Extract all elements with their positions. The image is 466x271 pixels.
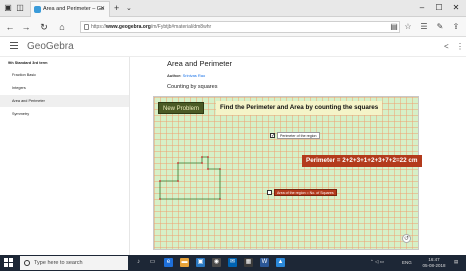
url-domain: www.geogebra.org xyxy=(106,24,151,30)
camera-icon[interactable]: ◉ xyxy=(212,258,221,267)
tray-icons[interactable]: ⌃ ◁ ▭ xyxy=(370,259,384,265)
tab-preview-icon[interactable]: ◫ xyxy=(16,4,24,12)
edge-browser-icon[interactable]: e xyxy=(164,258,173,267)
forward-icon[interactable]: → xyxy=(20,21,32,33)
tab-actions-icon[interactable]: ▣ xyxy=(4,4,12,12)
author-prefix: Author: xyxy=(167,73,182,78)
sidebar-item-area-and-perimeter[interactable]: Area and Perimeter xyxy=(0,95,129,107)
language-indicator[interactable]: ENG xyxy=(402,260,412,266)
geogebra-favicon-icon xyxy=(34,6,41,13)
author-link[interactable]: Srinivas Rao xyxy=(183,73,206,78)
store-icon[interactable]: ▣ xyxy=(196,258,205,267)
share-icon[interactable]: ⇪ xyxy=(450,21,462,33)
area-checkbox[interactable] xyxy=(267,190,272,195)
url-field[interactable]: https://www.geogebra.org/m/Fybtjb#materi… xyxy=(80,21,400,33)
refresh-icon[interactable]: ↻ xyxy=(38,21,50,33)
minimize-icon[interactable]: – xyxy=(416,3,428,13)
menu-hamburger-icon[interactable] xyxy=(10,42,18,50)
mail-icon[interactable]: ✉ xyxy=(228,258,237,267)
reading-view-icon[interactable]: ▤ xyxy=(388,21,400,33)
clock[interactable]: 16:47 05-08-2018 xyxy=(418,257,450,269)
photos-icon[interactable]: ▲ xyxy=(276,258,285,267)
geogebra-logo[interactable]: GeoGebra xyxy=(27,40,74,54)
windows-start-icon[interactable] xyxy=(4,258,14,268)
lock-icon xyxy=(84,24,89,30)
sidebar-item-fraction-basic[interactable]: Fraction Basic xyxy=(0,69,129,81)
address-toolbar: ← → ↻ ⌂ https://www.geogebra.org/m/Fybtj… xyxy=(0,17,466,37)
tab-close-icon[interactable]: ✕ xyxy=(100,2,105,17)
url-prefix: https:// xyxy=(91,24,107,30)
area-checkbox-label: Area of the region = No. of Squares xyxy=(274,189,337,196)
word-icon[interactable]: W xyxy=(260,258,269,267)
perimeter-checkbox-label: Perimeter of the region xyxy=(277,132,320,139)
cortana-search-icon xyxy=(24,260,30,266)
sidebar-heading: 9th Standard 3rd term xyxy=(8,61,48,65)
shape-outline xyxy=(159,156,221,200)
perimeter-result: Perimeter = 2+2+3+1+2+3+7+2=22 cm xyxy=(302,155,422,167)
activity-subtitle: Counting by squares xyxy=(167,84,218,90)
more-options-icon[interactable]: ⋮ xyxy=(456,41,464,53)
browser-titlebar: ▣ ◫ Area and Perimeter – Ge ✕ + ⌄ – ☐ ✕ xyxy=(0,0,466,17)
maximize-icon[interactable]: ☐ xyxy=(433,3,445,13)
microphone-icon[interactable]: ♪ xyxy=(134,258,143,267)
sidebar-item-integers[interactable]: Integers xyxy=(0,82,129,94)
sidebar-item-symmetry[interactable]: Symmetry xyxy=(0,108,129,120)
geogebra-applet[interactable]: New Problem Find the Perimeter and Area … xyxy=(153,96,422,250)
perimeter-checkbox[interactable]: ✓ xyxy=(270,133,275,139)
reset-icon[interactable]: ↺ xyxy=(402,234,411,243)
tab-title: Area and Perimeter – Ge xyxy=(43,6,105,12)
favorites-hub-icon[interactable]: ☰ xyxy=(418,21,430,33)
page-title: Area and Perimeter xyxy=(167,59,233,68)
favorite-star-icon[interactable]: ☆ xyxy=(402,21,414,33)
back-icon[interactable]: ← xyxy=(4,21,16,33)
taskbar-search[interactable]: Type here to search xyxy=(20,256,128,270)
taskbar-search-placeholder: Type here to search xyxy=(34,260,83,266)
clock-date: 05-08-2018 xyxy=(422,263,446,268)
notes-pen-icon[interactable]: ✎ xyxy=(434,21,446,33)
calculator-icon[interactable]: ▦ xyxy=(244,258,253,267)
main-content: Area and Perimeter Author: Srinivas Rao … xyxy=(130,57,466,255)
file-explorer-icon[interactable]: ▬ xyxy=(180,258,189,267)
notifications-icon[interactable]: ▤ xyxy=(454,259,458,265)
polygon-region xyxy=(159,156,221,200)
home-icon[interactable]: ⌂ xyxy=(56,21,68,33)
tab-menu-chevron-icon[interactable]: ⌄ xyxy=(126,4,132,12)
book-sidebar: 9th Standard 3rd term Fraction Basic Int… xyxy=(0,57,130,255)
author-line: Author: Srinivas Rao xyxy=(167,73,205,78)
browser-tab[interactable]: Area and Perimeter – Ge ✕ xyxy=(30,1,110,17)
new-tab-icon[interactable]: + xyxy=(114,3,119,13)
url-path: /m/Fybtjb#material/dm8whr xyxy=(150,24,212,30)
share-network-icon[interactable]: < xyxy=(444,41,449,53)
close-window-icon[interactable]: ✕ xyxy=(450,3,462,13)
geogebra-header: GeoGebra < ⋮ xyxy=(0,37,466,57)
windows-taskbar: Type here to search ♪ ▭ e ▬ ▣ ◉ ✉ ▦ W ▲ … xyxy=(0,255,466,271)
task-view-icon[interactable]: ▭ xyxy=(148,258,157,267)
